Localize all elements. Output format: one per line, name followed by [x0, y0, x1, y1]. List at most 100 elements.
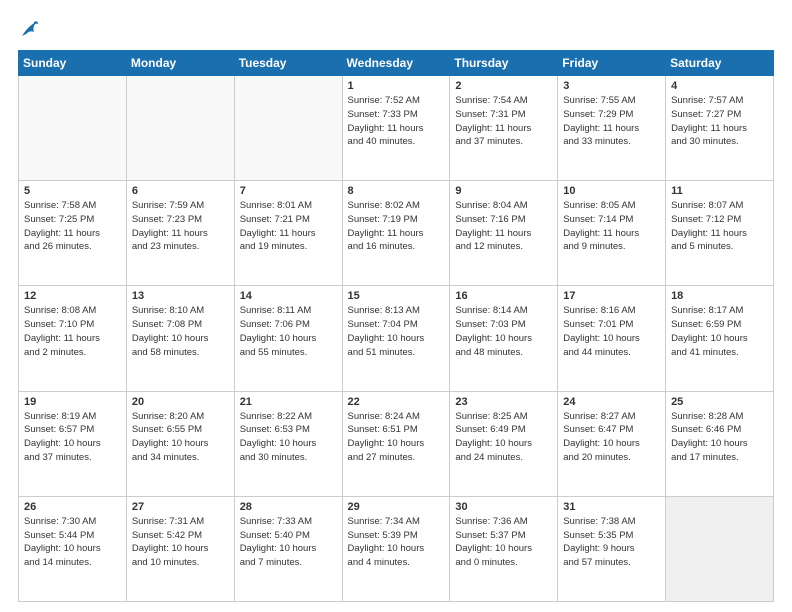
day-number: 8 — [348, 185, 445, 197]
calendar-cell: 12 Sunrise: 8:08 AM Sunset: 7:10 PM Dayli… — [19, 286, 127, 391]
day-number: 27 — [132, 501, 229, 513]
weekday-header-tuesday: Tuesday — [234, 51, 342, 76]
day-number: 26 — [24, 501, 121, 513]
day-number: 23 — [455, 396, 552, 408]
calendar-cell: 3 Sunrise: 7:55 AM Sunset: 7:29 PM Daylig… — [558, 76, 666, 181]
day-info: Sunrise: 8:01 AM Sunset: 7:21 PM Dayligh… — [240, 199, 337, 254]
day-info: Sunrise: 8:27 AM Sunset: 6:47 PM Dayligh… — [563, 410, 660, 465]
day-info: Sunrise: 8:13 AM Sunset: 7:04 PM Dayligh… — [348, 304, 445, 359]
calendar-cell: 4Sunrise: 7:57 AM Sunset: 7:27 PM Daylig… — [666, 76, 774, 181]
day-info: Sunrise: 8:07 AM Sunset: 7:12 PM Dayligh… — [671, 199, 768, 254]
calendar-cell: 20 Sunrise: 8:20 AM Sunset: 6:55 PM Dayli… — [126, 391, 234, 496]
day-info: Sunrise: 8:28 AM Sunset: 6:46 PM Dayligh… — [671, 410, 768, 465]
calendar-cell: 26 Sunrise: 7:30 AM Sunset: 5:44 PM Dayli… — [19, 496, 127, 601]
day-info: Sunrise: 7:57 AM Sunset: 7:27 PM Dayligh… — [671, 94, 768, 149]
day-number: 21 — [240, 396, 337, 408]
day-number: 19 — [24, 396, 121, 408]
day-info: Sunrise: 8:24 AM Sunset: 6:51 PM Dayligh… — [348, 410, 445, 465]
calendar-cell: 16 Sunrise: 8:14 AM Sunset: 7:03 PM Dayli… — [450, 286, 558, 391]
day-info: Sunrise: 8:20 AM Sunset: 6:55 PM Dayligh… — [132, 410, 229, 465]
day-number: 15 — [348, 290, 445, 302]
day-info: Sunrise: 8:11 AM Sunset: 7:06 PM Dayligh… — [240, 304, 337, 359]
calendar-cell: 30 Sunrise: 7:36 AM Sunset: 5:37 PM Dayli… — [450, 496, 558, 601]
day-number: 22 — [348, 396, 445, 408]
calendar-cell: 5 Sunrise: 7:58 AM Sunset: 7:25 PM Daylig… — [19, 181, 127, 286]
day-info: Sunrise: 7:59 AM Sunset: 7:23 PM Dayligh… — [132, 199, 229, 254]
day-info: Sunrise: 8:22 AM Sunset: 6:53 PM Dayligh… — [240, 410, 337, 465]
day-info: Sunrise: 7:33 AM Sunset: 5:40 PM Dayligh… — [240, 515, 337, 570]
day-info: Sunrise: 7:55 AM Sunset: 7:29 PM Dayligh… — [563, 94, 660, 149]
calendar-cell — [19, 76, 127, 181]
page: SundayMondayTuesdayWednesdayThursdayFrid… — [0, 0, 792, 612]
day-info: Sunrise: 8:02 AM Sunset: 7:19 PM Dayligh… — [348, 199, 445, 254]
calendar-cell: 6 Sunrise: 7:59 AM Sunset: 7:23 PM Daylig… — [126, 181, 234, 286]
calendar-cell: 14 Sunrise: 8:11 AM Sunset: 7:06 PM Dayli… — [234, 286, 342, 391]
day-info: Sunrise: 7:34 AM Sunset: 5:39 PM Dayligh… — [348, 515, 445, 570]
day-number: 29 — [348, 501, 445, 513]
day-info: Sunrise: 8:25 AM Sunset: 6:49 PM Dayligh… — [455, 410, 552, 465]
calendar-cell: 21 Sunrise: 8:22 AM Sunset: 6:53 PM Dayli… — [234, 391, 342, 496]
day-info: Sunrise: 8:17 AM Sunset: 6:59 PM Dayligh… — [671, 304, 768, 359]
calendar-cell: 11 Sunrise: 8:07 AM Sunset: 7:12 PM Dayli… — [666, 181, 774, 286]
weekday-header-monday: Monday — [126, 51, 234, 76]
day-info: Sunrise: 7:30 AM Sunset: 5:44 PM Dayligh… — [24, 515, 121, 570]
day-info: Sunrise: 8:10 AM Sunset: 7:08 PM Dayligh… — [132, 304, 229, 359]
day-number: 16 — [455, 290, 552, 302]
calendar-cell: 24 Sunrise: 8:27 AM Sunset: 6:47 PM Dayli… — [558, 391, 666, 496]
calendar-week-1: 1Sunrise: 7:52 AM Sunset: 7:33 PM Daylig… — [19, 76, 774, 181]
calendar-cell: 2 Sunrise: 7:54 AM Sunset: 7:31 PM Daylig… — [450, 76, 558, 181]
calendar-cell: 9Sunrise: 8:04 AM Sunset: 7:16 PM Daylig… — [450, 181, 558, 286]
calendar-cell: 15 Sunrise: 8:13 AM Sunset: 7:04 PM Dayli… — [342, 286, 450, 391]
day-info: Sunrise: 8:19 AM Sunset: 6:57 PM Dayligh… — [24, 410, 121, 465]
calendar-cell: 17Sunrise: 8:16 AM Sunset: 7:01 PM Dayli… — [558, 286, 666, 391]
day-number: 3 — [563, 80, 660, 92]
day-number: 11 — [671, 185, 768, 197]
calendar-cell: 1Sunrise: 7:52 AM Sunset: 7:33 PM Daylig… — [342, 76, 450, 181]
day-number: 24 — [563, 396, 660, 408]
day-number: 20 — [132, 396, 229, 408]
day-number: 31 — [563, 501, 660, 513]
day-number: 10 — [563, 185, 660, 197]
day-number: 13 — [132, 290, 229, 302]
day-number: 12 — [24, 290, 121, 302]
calendar-cell: 25Sunrise: 8:28 AM Sunset: 6:46 PM Dayli… — [666, 391, 774, 496]
day-number: 7 — [240, 185, 337, 197]
calendar-cell — [666, 496, 774, 601]
calendar-cell: 27 Sunrise: 7:31 AM Sunset: 5:42 PM Dayli… — [126, 496, 234, 601]
day-number: 18 — [671, 290, 768, 302]
calendar-cell: 13 Sunrise: 8:10 AM Sunset: 7:08 PM Dayli… — [126, 286, 234, 391]
day-info: Sunrise: 7:31 AM Sunset: 5:42 PM Dayligh… — [132, 515, 229, 570]
day-number: 2 — [455, 80, 552, 92]
calendar-cell: 23 Sunrise: 8:25 AM Sunset: 6:49 PM Dayli… — [450, 391, 558, 496]
day-number: 5 — [24, 185, 121, 197]
day-info: Sunrise: 8:08 AM Sunset: 7:10 PM Dayligh… — [24, 304, 121, 359]
weekday-header-wednesday: Wednesday — [342, 51, 450, 76]
weekday-header-saturday: Saturday — [666, 51, 774, 76]
calendar-cell: 18 Sunrise: 8:17 AM Sunset: 6:59 PM Dayli… — [666, 286, 774, 391]
header — [18, 18, 774, 40]
calendar-week-3: 12 Sunrise: 8:08 AM Sunset: 7:10 PM Dayli… — [19, 286, 774, 391]
day-number: 6 — [132, 185, 229, 197]
day-number: 14 — [240, 290, 337, 302]
calendar-cell: 7 Sunrise: 8:01 AM Sunset: 7:21 PM Daylig… — [234, 181, 342, 286]
day-info: Sunrise: 8:14 AM Sunset: 7:03 PM Dayligh… — [455, 304, 552, 359]
day-info: Sunrise: 8:05 AM Sunset: 7:14 PM Dayligh… — [563, 199, 660, 254]
day-info: Sunrise: 7:58 AM Sunset: 7:25 PM Dayligh… — [24, 199, 121, 254]
calendar-week-2: 5 Sunrise: 7:58 AM Sunset: 7:25 PM Daylig… — [19, 181, 774, 286]
calendar-cell: 19 Sunrise: 8:19 AM Sunset: 6:57 PM Dayli… — [19, 391, 127, 496]
logo — [18, 18, 38, 40]
calendar-cell: 28 Sunrise: 7:33 AM Sunset: 5:40 PM Dayli… — [234, 496, 342, 601]
day-info: Sunrise: 8:04 AM Sunset: 7:16 PM Dayligh… — [455, 199, 552, 254]
day-number: 28 — [240, 501, 337, 513]
day-info: Sunrise: 8:16 AM Sunset: 7:01 PM Dayligh… — [563, 304, 660, 359]
calendar-table: SundayMondayTuesdayWednesdayThursdayFrid… — [18, 50, 774, 602]
calendar-cell: 8 Sunrise: 8:02 AM Sunset: 7:19 PM Daylig… — [342, 181, 450, 286]
calendar-cell: 22 Sunrise: 8:24 AM Sunset: 6:51 PM Dayli… — [342, 391, 450, 496]
calendar-cell — [234, 76, 342, 181]
calendar-cell — [126, 76, 234, 181]
day-info: Sunrise: 7:38 AM Sunset: 5:35 PM Dayligh… — [563, 515, 660, 570]
day-info: Sunrise: 7:36 AM Sunset: 5:37 PM Dayligh… — [455, 515, 552, 570]
day-number: 30 — [455, 501, 552, 513]
weekday-header-sunday: Sunday — [19, 51, 127, 76]
day-info: Sunrise: 7:54 AM Sunset: 7:31 PM Dayligh… — [455, 94, 552, 149]
